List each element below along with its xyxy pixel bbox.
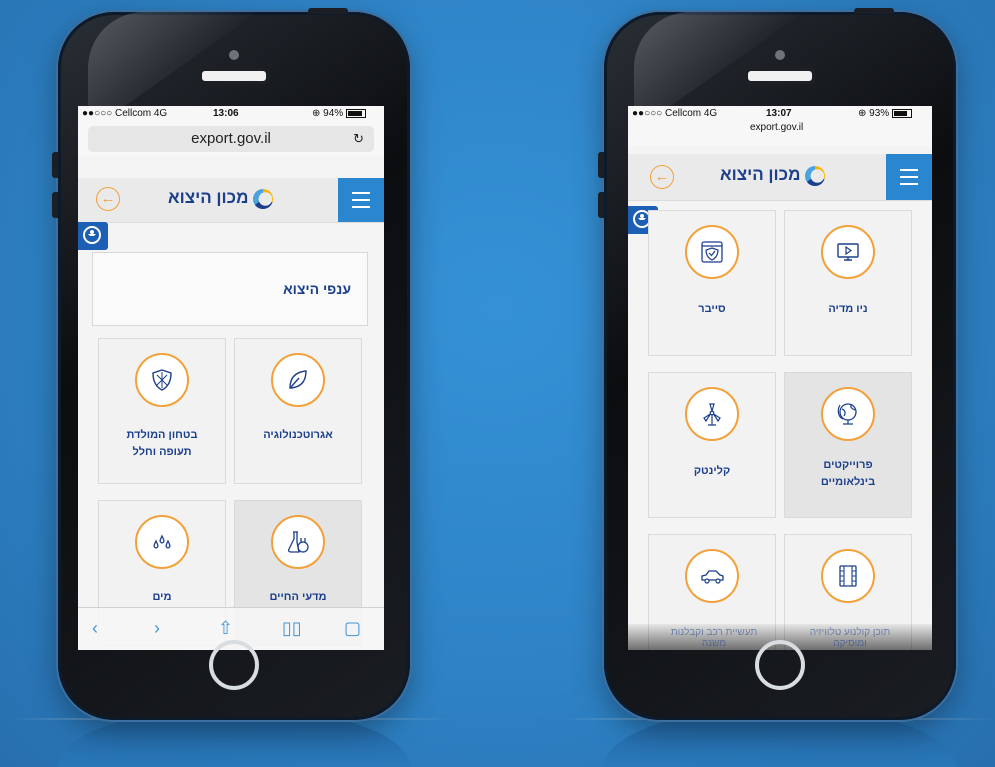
tile-label: פרוייקטים בינלאומיים bbox=[820, 459, 876, 488]
home-button[interactable] bbox=[209, 640, 259, 690]
home-button[interactable] bbox=[755, 640, 805, 690]
battery-icon bbox=[345, 108, 366, 118]
partial-tile-label-automotive: תעשיית רכב וקבלנות משנה bbox=[670, 627, 758, 649]
right-phone: ●●○○○ Cellcom 4G 13:07 ⊕ 93% export.gov.… bbox=[598, 8, 956, 720]
tile-label: קלינטק bbox=[693, 465, 731, 477]
site-logo[interactable]: מכון היצוא bbox=[168, 188, 277, 209]
hamburger-menu-button[interactable] bbox=[886, 154, 932, 200]
mute-switch bbox=[52, 152, 58, 178]
accessibility-icon bbox=[83, 226, 101, 244]
carrier-label: ●●○○○ Cellcom 4G bbox=[82, 108, 168, 119]
clock: 13:06 bbox=[213, 108, 239, 119]
bookmarks-icon[interactable]: ▯▯ bbox=[282, 618, 302, 639]
water-drops-icon bbox=[135, 515, 189, 569]
carrier-label: ●●○○○ Cellcom 4G bbox=[632, 108, 718, 119]
shield-icon bbox=[135, 353, 189, 407]
share-icon[interactable]: ⇧ bbox=[218, 618, 233, 639]
film-icon bbox=[821, 549, 875, 603]
volume-up-button bbox=[598, 192, 604, 218]
tile-label: סייבר bbox=[698, 303, 726, 315]
site-header: ← מכון היצוא bbox=[628, 154, 932, 201]
tile-label: מדעי החיים bbox=[269, 591, 327, 603]
sector-tile-cleantech[interactable]: קלינטק bbox=[648, 372, 776, 518]
logo-text: מכון היצוא bbox=[168, 188, 249, 207]
sector-tile-cyber[interactable]: סייבר bbox=[648, 210, 776, 356]
site-header: ← מכון היצוא bbox=[78, 178, 384, 223]
tabs-icon[interactable]: ▢ bbox=[344, 618, 361, 639]
sector-tile-agrotech[interactable]: אגרוטכנולוגיה bbox=[234, 338, 362, 484]
leaf-icon bbox=[271, 353, 325, 407]
battery-percent: ⊕ 94% bbox=[312, 108, 366, 119]
site-logo[interactable]: מכון היצוא bbox=[720, 165, 829, 186]
car-icon bbox=[685, 549, 739, 603]
cyber-shield-icon bbox=[685, 225, 739, 279]
url-field[interactable]: export.gov.il ↻ bbox=[88, 126, 374, 152]
logo-text: מכון היצוא bbox=[720, 165, 801, 184]
mute-switch bbox=[598, 152, 604, 178]
tile-label: אגרוטכנולוגיה bbox=[263, 429, 333, 441]
back-arrow-icon[interactable]: ← bbox=[650, 165, 674, 189]
right-screen: ●●○○○ Cellcom 4G 13:07 ⊕ 93% export.gov.… bbox=[628, 106, 932, 650]
page-title-card: ענפי היצוא bbox=[92, 252, 368, 326]
globe-icon bbox=[821, 387, 875, 441]
left-phone: ●●○○○ Cellcom 4G 13:06 ⊕ 94% export.gov.… bbox=[52, 8, 410, 720]
front-camera bbox=[775, 50, 785, 60]
power-button bbox=[854, 8, 894, 14]
page-title: ענפי היצוא bbox=[283, 281, 351, 297]
browser-back-icon[interactable]: ‹ bbox=[92, 618, 98, 639]
logo-mark-icon bbox=[253, 188, 274, 209]
reload-icon[interactable]: ↻ bbox=[353, 126, 364, 152]
battery-percent: ⊕ 93% bbox=[858, 108, 912, 119]
power-button bbox=[308, 8, 348, 14]
hamburger-menu-button[interactable] bbox=[338, 178, 384, 222]
volume-up-button bbox=[52, 192, 58, 218]
accessibility-button[interactable] bbox=[78, 222, 108, 250]
clock: 13:07 bbox=[766, 108, 792, 119]
sector-tile-homeland-security[interactable]: בטחון המולדת תעופה וחלל bbox=[98, 338, 226, 484]
earpiece-speaker bbox=[199, 68, 269, 84]
tile-label: מים bbox=[152, 591, 172, 603]
tile-label: ניו מדיה bbox=[828, 303, 868, 315]
tile-label: בטחון המולדת תעופה וחלל bbox=[126, 429, 198, 458]
wind-turbine-icon bbox=[685, 387, 739, 441]
flasks-icon bbox=[271, 515, 325, 569]
battery-value: 93% bbox=[869, 108, 890, 119]
earpiece-speaker bbox=[745, 68, 815, 84]
sector-tile-international-projects[interactable]: פרוייקטים בינלאומיים bbox=[784, 372, 912, 518]
status-bar: ●●○○○ Cellcom 4G 13:06 ⊕ 94% bbox=[78, 106, 384, 122]
url-text: export.gov.il bbox=[191, 130, 271, 147]
address-bar: export.gov.il ↻ bbox=[78, 122, 384, 156]
sector-tile-new-media[interactable]: ניו מדיה bbox=[784, 210, 912, 356]
battery-value: 94% bbox=[323, 108, 344, 119]
left-screen: ●●○○○ Cellcom 4G 13:06 ⊕ 94% export.gov.… bbox=[78, 106, 384, 650]
partial-tile-label-film: תוכן קולנוע טלוויזיה ומוסיקה bbox=[809, 627, 891, 649]
monitor-play-icon bbox=[821, 225, 875, 279]
status-bar: ●●○○○ Cellcom 4G 13:07 ⊕ 93% export.gov.… bbox=[628, 106, 932, 146]
url-text[interactable]: export.gov.il bbox=[750, 122, 803, 133]
front-camera bbox=[229, 50, 239, 60]
back-arrow-icon[interactable]: ← bbox=[96, 187, 120, 211]
browser-forward-icon[interactable]: › bbox=[154, 618, 160, 639]
battery-icon bbox=[891, 108, 912, 118]
logo-mark-icon bbox=[805, 165, 826, 186]
